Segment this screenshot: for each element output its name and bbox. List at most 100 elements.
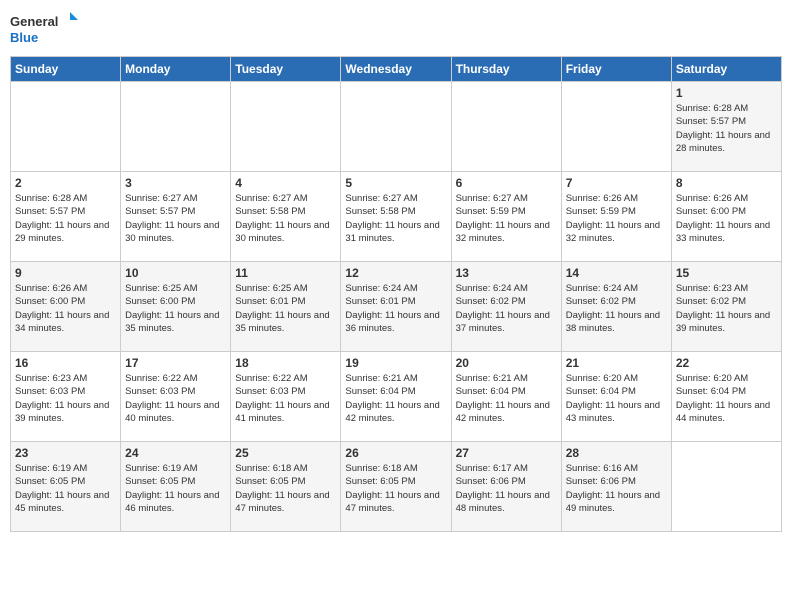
page-header: General Blue [10,10,782,50]
calendar-cell: 26 Sunrise: 6:18 AMSunset: 6:05 PMDayligh… [341,442,451,532]
calendar-cell: 14 Sunrise: 6:24 AMSunset: 6:02 PMDayligh… [561,262,671,352]
calendar-cell: 10 Sunrise: 6:25 AMSunset: 6:00 PMDayligh… [121,262,231,352]
calendar-cell [671,442,781,532]
calendar-cell: 13 Sunrise: 6:24 AMSunset: 6:02 PMDayligh… [451,262,561,352]
calendar-cell [231,82,341,172]
calendar-cell: 20 Sunrise: 6:21 AMSunset: 6:04 PMDayligh… [451,352,561,442]
logo-svg: General Blue [10,10,80,50]
calendar-cell [561,82,671,172]
weekday-header: Saturday [671,57,781,82]
day-number: 6 [456,176,557,190]
calendar-week-row: 23 Sunrise: 6:19 AMSunset: 6:05 PMDayligh… [11,442,782,532]
day-info: Sunrise: 6:23 AMSunset: 6:03 PMDaylight:… [15,372,116,425]
calendar-cell: 24 Sunrise: 6:19 AMSunset: 6:05 PMDayligh… [121,442,231,532]
day-number: 25 [235,446,336,460]
calendar-cell [121,82,231,172]
day-number: 21 [566,356,667,370]
day-number: 24 [125,446,226,460]
day-info: Sunrise: 6:18 AMSunset: 6:05 PMDaylight:… [235,462,336,515]
day-number: 20 [456,356,557,370]
calendar-cell: 6 Sunrise: 6:27 AMSunset: 5:59 PMDaylight… [451,172,561,262]
weekday-header: Friday [561,57,671,82]
calendar-cell: 5 Sunrise: 6:27 AMSunset: 5:58 PMDaylight… [341,172,451,262]
day-number: 14 [566,266,667,280]
calendar-cell: 17Sunrise: 6:22 AMSunset: 6:03 PMDayligh… [121,352,231,442]
day-info: Sunrise: 6:20 AMSunset: 6:04 PMDaylight:… [676,372,777,425]
day-info: Sunrise: 6:28 AMSunset: 5:57 PMDaylight:… [676,102,777,155]
day-info: Sunrise: 6:25 AMSunset: 6:00 PMDaylight:… [125,282,226,335]
calendar-cell: 16Sunrise: 6:23 AMSunset: 6:03 PMDayligh… [11,352,121,442]
calendar-cell: 22 Sunrise: 6:20 AMSunset: 6:04 PMDayligh… [671,352,781,442]
day-number: 27 [456,446,557,460]
calendar-cell: 7 Sunrise: 6:26 AMSunset: 5:59 PMDaylight… [561,172,671,262]
day-number: 7 [566,176,667,190]
day-number: 2 [15,176,116,190]
day-info: Sunrise: 6:26 AMSunset: 5:59 PMDaylight:… [566,192,667,245]
calendar-cell: 2 Sunrise: 6:28 AMSunset: 5:57 PMDaylight… [11,172,121,262]
svg-text:General: General [10,14,58,29]
calendar-week-row: 2 Sunrise: 6:28 AMSunset: 5:57 PMDaylight… [11,172,782,262]
logo: General Blue [10,10,80,50]
calendar-cell: 18 Sunrise: 6:22 AMSunset: 6:03 PMDayligh… [231,352,341,442]
day-info: Sunrise: 6:19 AMSunset: 6:05 PMDaylight:… [125,462,226,515]
day-info: Sunrise: 6:24 AMSunset: 6:01 PMDaylight:… [345,282,446,335]
weekday-header-row: SundayMondayTuesdayWednesdayThursdayFrid… [11,57,782,82]
weekday-header: Thursday [451,57,561,82]
day-number: 4 [235,176,336,190]
calendar-cell: 8 Sunrise: 6:26 AMSunset: 6:00 PMDaylight… [671,172,781,262]
calendar-cell: 23Sunrise: 6:19 AMSunset: 6:05 PMDayligh… [11,442,121,532]
calendar-cell: 25 Sunrise: 6:18 AMSunset: 6:05 PMDayligh… [231,442,341,532]
day-info: Sunrise: 6:27 AMSunset: 5:58 PMDaylight:… [235,192,336,245]
calendar-cell: 9 Sunrise: 6:26 AMSunset: 6:00 PMDaylight… [11,262,121,352]
calendar-cell: 19Sunrise: 6:21 AMSunset: 6:04 PMDayligh… [341,352,451,442]
day-number: 9 [15,266,116,280]
day-number: 23 [15,446,116,460]
day-info: Sunrise: 6:23 AMSunset: 6:02 PMDaylight:… [676,282,777,335]
weekday-header: Tuesday [231,57,341,82]
calendar-cell: 27 Sunrise: 6:17 AMSunset: 6:06 PMDayligh… [451,442,561,532]
day-info: Sunrise: 6:27 AMSunset: 5:59 PMDaylight:… [456,192,557,245]
day-info: Sunrise: 6:20 AMSunset: 6:04 PMDaylight:… [566,372,667,425]
day-info: Sunrise: 6:18 AMSunset: 6:05 PMDaylight:… [345,462,446,515]
day-number: 10 [125,266,226,280]
calendar-cell: 1 Sunrise: 6:28 AMSunset: 5:57 PMDaylight… [671,82,781,172]
weekday-header: Monday [121,57,231,82]
day-number: 22 [676,356,777,370]
calendar-week-row: 9 Sunrise: 6:26 AMSunset: 6:00 PMDaylight… [11,262,782,352]
day-info: Sunrise: 6:21 AMSunset: 6:04 PMDaylight:… [456,372,557,425]
day-number: 8 [676,176,777,190]
day-number: 11 [235,266,336,280]
day-number: 17 [125,356,226,370]
weekday-header: Wednesday [341,57,451,82]
day-info: Sunrise: 6:26 AMSunset: 6:00 PMDaylight:… [676,192,777,245]
day-number: 12 [345,266,446,280]
calendar-cell: 4 Sunrise: 6:27 AMSunset: 5:58 PMDaylight… [231,172,341,262]
day-info: Sunrise: 6:24 AMSunset: 6:02 PMDaylight:… [456,282,557,335]
day-number: 19 [345,356,446,370]
day-number: 15 [676,266,777,280]
day-info: Sunrise: 6:24 AMSunset: 6:02 PMDaylight:… [566,282,667,335]
calendar-cell [11,82,121,172]
calendar-cell [341,82,451,172]
day-number: 28 [566,446,667,460]
day-number: 3 [125,176,226,190]
day-number: 5 [345,176,446,190]
weekday-header: Sunday [11,57,121,82]
day-number: 26 [345,446,446,460]
day-info: Sunrise: 6:25 AMSunset: 6:01 PMDaylight:… [235,282,336,335]
day-info: Sunrise: 6:16 AMSunset: 6:06 PMDaylight:… [566,462,667,515]
day-info: Sunrise: 6:28 AMSunset: 5:57 PMDaylight:… [15,192,116,245]
day-info: Sunrise: 6:17 AMSunset: 6:06 PMDaylight:… [456,462,557,515]
day-info: Sunrise: 6:27 AMSunset: 5:58 PMDaylight:… [345,192,446,245]
calendar-week-row: 16Sunrise: 6:23 AMSunset: 6:03 PMDayligh… [11,352,782,442]
svg-text:Blue: Blue [10,30,38,45]
calendar-cell: 28 Sunrise: 6:16 AMSunset: 6:06 PMDayligh… [561,442,671,532]
calendar-cell: 15 Sunrise: 6:23 AMSunset: 6:02 PMDayligh… [671,262,781,352]
day-number: 1 [676,86,777,100]
day-info: Sunrise: 6:26 AMSunset: 6:00 PMDaylight:… [15,282,116,335]
day-number: 13 [456,266,557,280]
calendar-cell [451,82,561,172]
day-info: Sunrise: 6:22 AMSunset: 6:03 PMDaylight:… [235,372,336,425]
day-number: 18 [235,356,336,370]
day-info: Sunrise: 6:27 AMSunset: 5:57 PMDaylight:… [125,192,226,245]
